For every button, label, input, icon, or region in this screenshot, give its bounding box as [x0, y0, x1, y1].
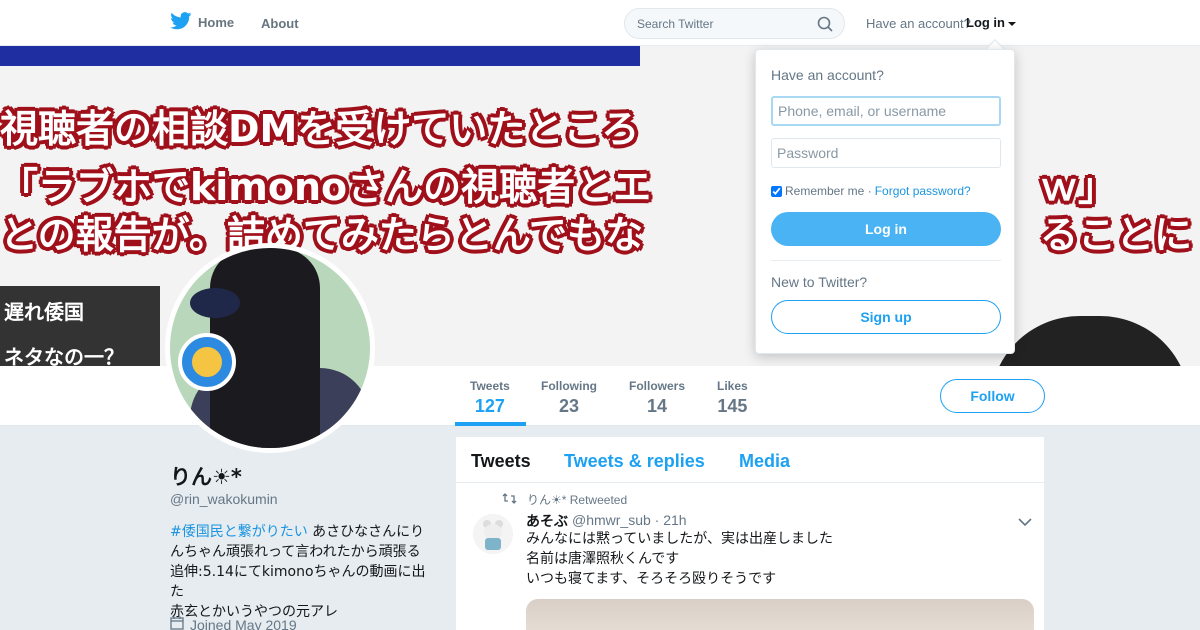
- tweet-author-handle[interactable]: @hmwr_sub · 21h: [572, 512, 687, 528]
- stat-likes[interactable]: Likes 145: [717, 379, 748, 417]
- login-link-label: Log in: [966, 15, 1005, 30]
- banner-text-line3: との報告が。詰めてみたらとんでもな: [0, 213, 643, 257]
- stat-following[interactable]: Following 23: [541, 379, 597, 417]
- retweeted-by-text[interactable]: りん☀* Retweeted: [527, 491, 627, 508]
- tweet[interactable]: りん☀* Retweeted あそぶ @hmwr_sub · 21h みんなには…: [456, 484, 1044, 630]
- tweet-text: みんなには黙っていましたが、実は出産しました 名前は唐澤照秋くんです いつも寝て…: [526, 529, 833, 589]
- tweet-author-avatar[interactable]: [473, 514, 513, 554]
- login-button[interactable]: Log in: [771, 212, 1001, 246]
- calendar-icon: [170, 616, 184, 630]
- forgot-password-link[interactable]: Forgot password?: [875, 184, 971, 198]
- login-dropdown-toggle[interactable]: Log in: [966, 15, 1016, 30]
- dropdown-title: Have an account?: [771, 67, 884, 83]
- stat-likes-value: 145: [717, 396, 748, 416]
- stat-likes-label: Likes: [717, 379, 748, 393]
- banner-side-text-1: 遅れ倭国: [4, 300, 84, 324]
- stat-following-label: Following: [541, 379, 597, 393]
- signup-button[interactable]: Sign up: [771, 300, 1001, 334]
- nav-about-link[interactable]: About: [261, 16, 299, 31]
- stat-tweets[interactable]: Tweets 127: [470, 379, 510, 417]
- banner-text-line3b: ることに: [1040, 213, 1193, 257]
- banner-blue-strip-2: [470, 46, 640, 62]
- joined-date: Joined May 2019: [170, 616, 297, 630]
- username-field[interactable]: [771, 96, 1001, 126]
- tab-media[interactable]: Media: [739, 451, 790, 472]
- have-account-text: Have an account?: [866, 16, 971, 31]
- password-field[interactable]: [771, 138, 1001, 168]
- avatar-sunglasses: [190, 288, 240, 318]
- joined-text: Joined May 2019: [190, 616, 297, 630]
- bio-line2: んちゃん頑張れって言われたから頑張る: [170, 544, 421, 560]
- bio-hashtag-link[interactable]: #倭国民と繋がりたい: [170, 524, 308, 540]
- timeline-tabs: Tweets Tweets & replies Media: [456, 437, 1044, 483]
- twitter-bird-icon: [170, 12, 192, 33]
- tweet-text-line1: みんなには黙っていましたが、実は出産しました: [526, 531, 834, 547]
- caret-down-icon: [1008, 15, 1016, 30]
- stat-followers-value: 14: [646, 396, 668, 416]
- tweet-author-name[interactable]: あそぶ: [526, 511, 568, 531]
- banner-dark-block: 遅れ倭国 ネタなの一？: [0, 286, 160, 366]
- chevron-down-icon[interactable]: [1018, 514, 1032, 532]
- tab-tweets-replies[interactable]: Tweets & replies: [564, 451, 705, 472]
- stat-followers[interactable]: Followers 14: [629, 379, 685, 417]
- stat-tweets-label: Tweets: [470, 379, 510, 393]
- tab-tweets[interactable]: Tweets: [471, 451, 531, 472]
- nav-home-link[interactable]: Home: [170, 12, 234, 33]
- stat-tweets-value: 127: [474, 396, 505, 416]
- remember-me-row: Remember me · Forgot password?: [771, 184, 971, 198]
- banner-text-line2: 「ラブホでkimonoさんの視聴者とエ: [0, 165, 652, 209]
- avatar-pacifier-center: [188, 343, 226, 381]
- tweet-media-image[interactable]: [526, 599, 1034, 630]
- banner-figure: [990, 316, 1190, 366]
- dropdown-divider: [771, 260, 1001, 261]
- stat-following-value: 23: [558, 396, 580, 416]
- stat-active-underline: [455, 422, 526, 426]
- login-dropdown: Have an account? Remember me · Forgot pa…: [755, 49, 1015, 354]
- remember-me-checkbox[interactable]: [771, 185, 782, 197]
- search-icon[interactable]: [817, 16, 833, 37]
- profile-handle[interactable]: @rin_wakokumin: [170, 491, 278, 507]
- search-box: [624, 8, 845, 39]
- profile-name[interactable]: りん☀*: [170, 461, 242, 491]
- avatar-image: [170, 248, 370, 448]
- nav-home-label: Home: [198, 15, 235, 30]
- retweet-context: りん☀* Retweeted: [502, 491, 627, 508]
- search-input[interactable]: [625, 9, 805, 38]
- follow-button[interactable]: Follow: [940, 379, 1045, 413]
- profile-bio: #倭国民と繋がりたい あさひなさんにり んちゃん頑張れって言われたから頑張る 追…: [170, 522, 435, 622]
- top-nav: Home About Have an account? Log in: [0, 0, 1200, 46]
- stat-followers-label: Followers: [629, 379, 686, 393]
- new-to-twitter-text: New to Twitter?: [771, 274, 868, 290]
- bio-line3: 追伸:5.14にてkimonoちゃんの動画に出た: [170, 564, 426, 600]
- timeline: Tweets Tweets & replies Media りん☀* Retwe…: [456, 437, 1044, 630]
- remember-me-label: Remember me ·: [785, 184, 872, 198]
- banner-text-line2b: ｗ」: [1040, 165, 1117, 209]
- avatar[interactable]: [165, 243, 375, 453]
- tweet-text-line3: いつも寝てます、そろそろ殴りそうです: [526, 571, 777, 587]
- retweet-icon: [502, 492, 517, 507]
- tweet-text-line2: 名前は唐澤照秋くんです: [526, 551, 680, 567]
- banner-side-text-2: ネタなの一？: [4, 345, 124, 366]
- bio-line1: あさひなさんにり: [307, 524, 425, 540]
- banner-text-line1: 視聴者の相談DMを受けていたところ: [0, 107, 640, 151]
